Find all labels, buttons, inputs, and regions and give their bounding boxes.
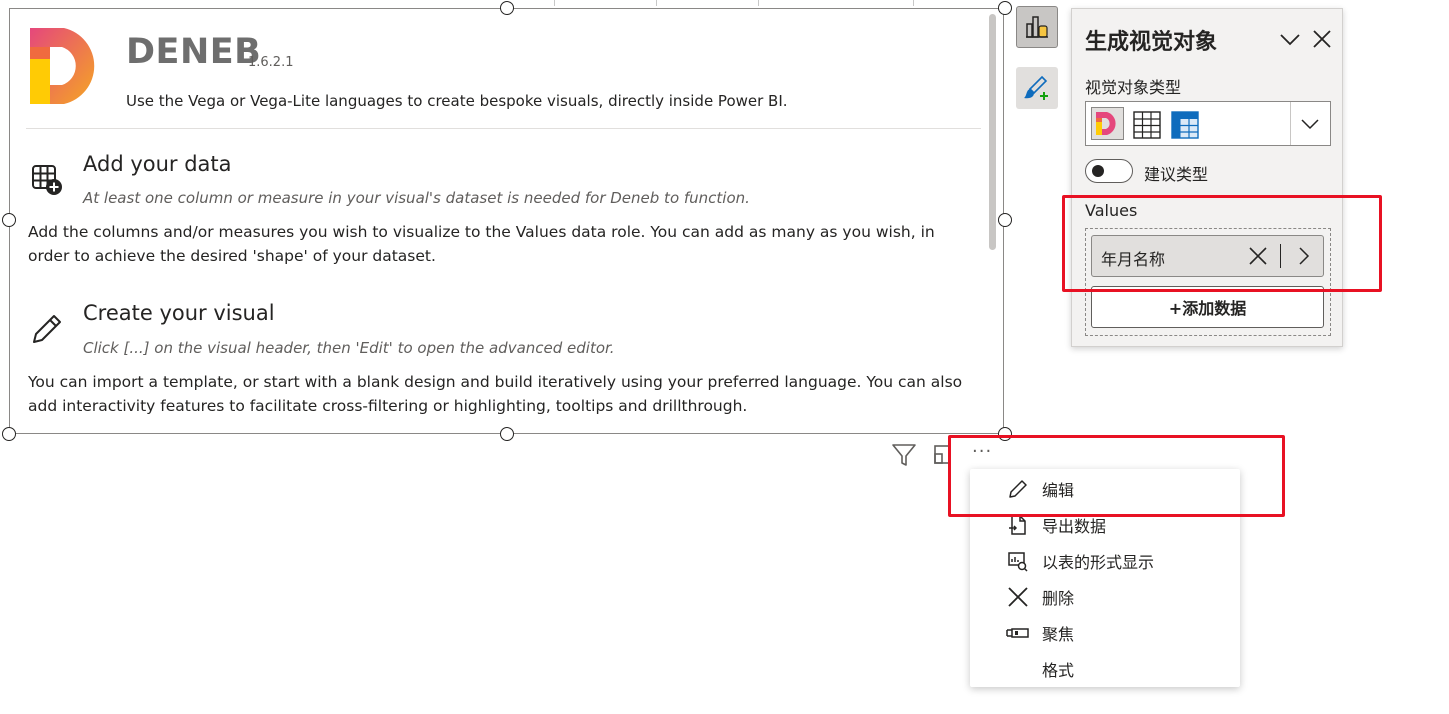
ribbon-strip bbox=[0, 0, 1449, 8]
section-heading-add-data: Add your data bbox=[83, 152, 232, 176]
ribbon-separator bbox=[913, 0, 914, 6]
filter-icon[interactable] bbox=[891, 442, 917, 468]
section-hint-create-visual: Click [...] on the visual header, then '… bbox=[83, 339, 615, 357]
visual-type-dropdown[interactable] bbox=[1085, 101, 1331, 146]
table-icon[interactable] bbox=[1132, 110, 1162, 140]
close-icon bbox=[970, 586, 1042, 608]
divider bbox=[26, 128, 981, 129]
menu-item-label: 以表的形式显示 bbox=[1042, 553, 1155, 572]
annotation-highlight-values bbox=[1062, 195, 1382, 292]
deneb-logo bbox=[28, 27, 108, 105]
pane-title: 生成视觉对象 bbox=[1085, 30, 1218, 55]
section-body-create-visual: You can import a template, or start with… bbox=[28, 373, 963, 415]
menu-item-delete[interactable]: 删除 bbox=[970, 579, 1240, 615]
table-add-icon bbox=[30, 163, 64, 197]
show-as-table-icon bbox=[970, 550, 1042, 572]
section-heading-create-visual: Create your visual bbox=[83, 301, 275, 325]
ribbon-separator bbox=[758, 0, 759, 6]
menu-item-label: 聚焦 bbox=[1042, 625, 1075, 644]
ribbon-separator bbox=[656, 0, 657, 6]
resize-handle-bottom-left[interactable] bbox=[2, 427, 16, 441]
ribbon-separator bbox=[554, 0, 555, 6]
menu-item-format[interactable]: 格式 bbox=[970, 651, 1240, 687]
resize-handle-top-right[interactable] bbox=[998, 1, 1012, 15]
deneb-title: DENEB bbox=[126, 32, 262, 72]
deneb-version: 1.6.2.1 bbox=[248, 55, 294, 70]
build-visual-button[interactable] bbox=[1016, 6, 1058, 48]
annotation-highlight-edit bbox=[948, 435, 1285, 517]
visual-type-label: 视觉对象类型 bbox=[1085, 78, 1182, 97]
resize-handle-bottom[interactable] bbox=[500, 427, 514, 441]
menu-item-label: 格式 bbox=[1042, 661, 1075, 680]
resize-handle-left[interactable] bbox=[2, 213, 16, 227]
section-body-add-data: Add the columns and/or measures you wish… bbox=[28, 223, 935, 265]
export-data-icon bbox=[970, 514, 1042, 536]
menu-item-spotlight[interactable]: 聚焦 bbox=[970, 615, 1240, 651]
build-visual-pane: 生成视觉对象 视觉对象类型 建议类型 Values 年月名称 +添加数据 bbox=[1071, 8, 1343, 347]
deneb-subtitle: Use the Vega or Vega-Lite languages to c… bbox=[126, 92, 788, 110]
visual-scrollbar[interactable] bbox=[989, 14, 996, 250]
spotlight-icon bbox=[970, 622, 1042, 644]
close-icon[interactable] bbox=[1310, 27, 1334, 51]
section-hint-add-data: At least one column or measure in your v… bbox=[83, 189, 750, 207]
matrix-icon[interactable] bbox=[1170, 110, 1200, 140]
format-brush-icon bbox=[1024, 75, 1048, 100]
chevron-down-icon[interactable] bbox=[1278, 27, 1302, 51]
dropdown-separator bbox=[1290, 102, 1291, 145]
menu-item-show-as-table[interactable]: 以表的形式显示 bbox=[970, 543, 1240, 579]
deneb-visual-icon[interactable] bbox=[1091, 107, 1124, 140]
resize-handle-right[interactable] bbox=[998, 213, 1012, 227]
suggest-type-toggle[interactable] bbox=[1085, 159, 1133, 183]
add-data-button[interactable]: +添加数据 bbox=[1091, 286, 1324, 328]
build-visual-icon bbox=[1026, 16, 1048, 38]
toggle-knob bbox=[1092, 165, 1104, 177]
pencil-icon bbox=[30, 312, 64, 346]
menu-item-label: 删除 bbox=[1042, 589, 1075, 608]
chevron-down-icon[interactable] bbox=[1299, 113, 1321, 135]
suggest-type-label: 建议类型 bbox=[1144, 165, 1209, 184]
resize-handle-top[interactable] bbox=[500, 1, 514, 15]
format-visual-button[interactable] bbox=[1016, 67, 1058, 109]
